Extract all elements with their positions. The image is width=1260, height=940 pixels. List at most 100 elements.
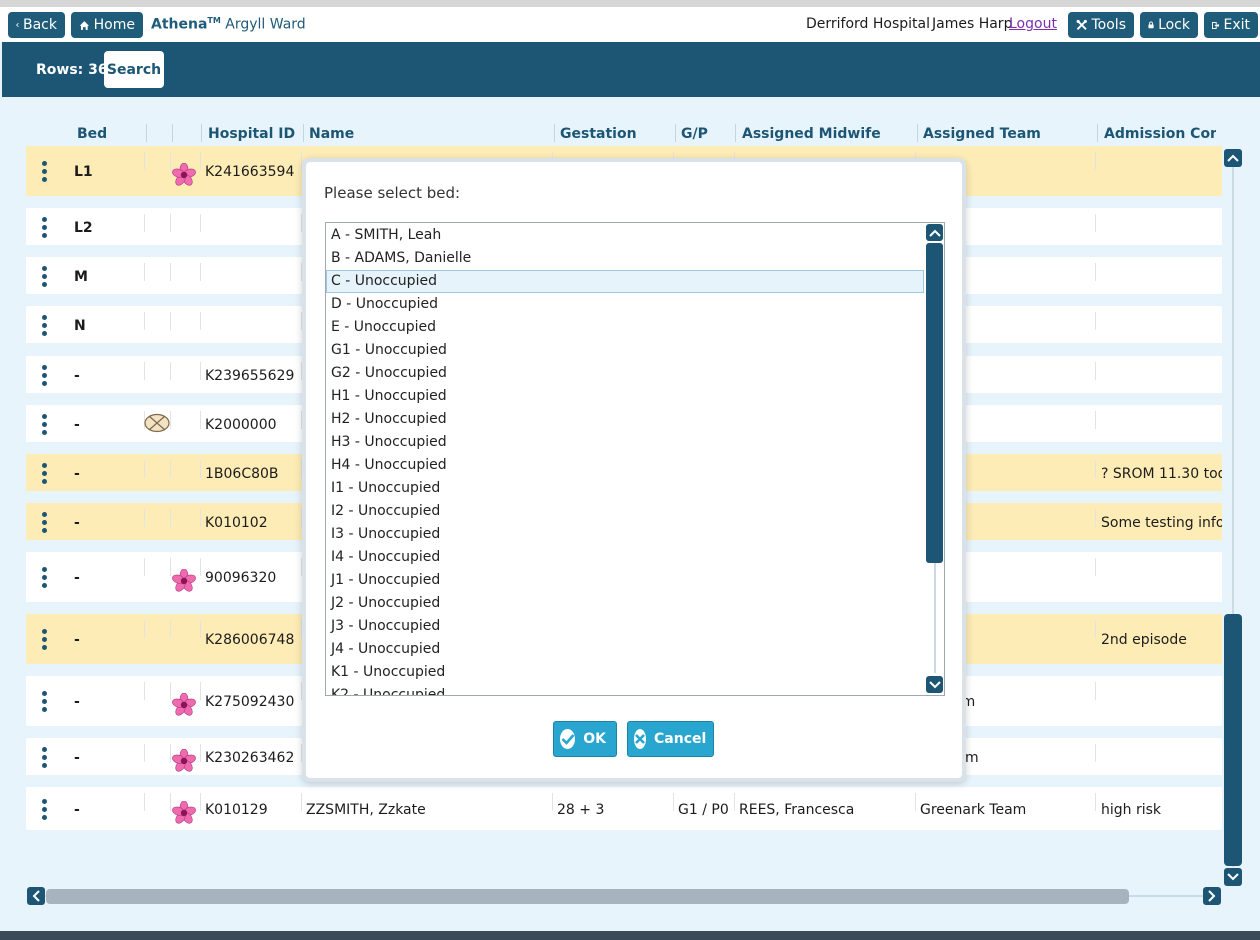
row-menu-icon[interactable] bbox=[40, 217, 48, 241]
search-button[interactable]: Search bbox=[104, 51, 164, 88]
bed-option[interactable]: H4 - Unoccupied bbox=[326, 454, 924, 477]
column-header-admission-comments[interactable]: Admission Comm bbox=[1104, 126, 1216, 142]
cell-divider bbox=[170, 744, 171, 762]
bed-option[interactable]: C - Unoccupied bbox=[326, 270, 924, 293]
logout-link[interactable]: Logout bbox=[1009, 16, 1057, 32]
lock-button[interactable]: Lock bbox=[1140, 12, 1198, 38]
bed-option[interactable]: G2 - Unoccupied bbox=[326, 362, 924, 385]
column-header-gestation[interactable]: Gestation bbox=[560, 126, 637, 142]
cell-divider bbox=[915, 793, 916, 811]
cell-admission-comment: high risk bbox=[1101, 802, 1162, 818]
scroll-down-button[interactable] bbox=[926, 676, 943, 693]
bed-option[interactable]: K1 - Unoccupied bbox=[326, 661, 924, 684]
bed-option[interactable]: I3 - Unoccupied bbox=[326, 523, 924, 546]
table-vertical-scrollbar[interactable] bbox=[1224, 149, 1242, 886]
cell-divider bbox=[200, 558, 201, 576]
bed-option[interactable]: B - ADAMS, Danielle bbox=[326, 247, 924, 270]
exit-icon bbox=[1212, 21, 1220, 29]
scroll-up-button[interactable] bbox=[926, 224, 943, 241]
back-label: Back bbox=[23, 17, 57, 33]
user-name: James Harp bbox=[932, 16, 1013, 32]
row-menu-icon[interactable] bbox=[40, 799, 48, 823]
row-menu-icon[interactable] bbox=[40, 747, 48, 771]
bed-option[interactable]: H2 - Unoccupied bbox=[326, 408, 924, 431]
cell-hospital-id: K010129 bbox=[205, 802, 268, 818]
row-menu-icon[interactable] bbox=[40, 629, 48, 653]
cell-hospital-id: K275092430 bbox=[205, 694, 295, 710]
bed-option[interactable]: I2 - Unoccupied bbox=[326, 500, 924, 523]
cell-divider bbox=[1095, 460, 1096, 478]
cancel-label: Cancel bbox=[654, 731, 707, 747]
bed-option[interactable]: K2 - Unoccupied bbox=[326, 684, 924, 695]
scroll-thumb[interactable] bbox=[926, 243, 943, 563]
cell-bed: - bbox=[74, 750, 80, 766]
row-menu-icon[interactable] bbox=[40, 567, 48, 591]
bed-option[interactable]: E - Unoccupied bbox=[326, 316, 924, 339]
row-menu-icon[interactable] bbox=[40, 365, 48, 389]
cell-divider bbox=[144, 793, 145, 811]
rows-count: Rows: 36 bbox=[36, 62, 108, 78]
cell-divider bbox=[200, 152, 201, 170]
bed-option[interactable]: G1 - Unoccupied bbox=[326, 339, 924, 362]
bed-option[interactable]: J1 - Unoccupied bbox=[326, 569, 924, 592]
cell-divider bbox=[144, 682, 145, 700]
tools-button[interactable]: Tools bbox=[1068, 12, 1134, 38]
bed-option[interactable]: H3 - Unoccupied bbox=[326, 431, 924, 454]
ok-button[interactable]: OK bbox=[553, 721, 617, 757]
bed-option[interactable]: A - SMITH, Leah bbox=[326, 224, 924, 247]
scroll-thumb[interactable] bbox=[1224, 614, 1242, 866]
cell-divider bbox=[170, 411, 171, 429]
cell-hospital-id: K286006748 bbox=[205, 632, 295, 648]
bed-option[interactable]: I1 - Unoccupied bbox=[326, 477, 924, 500]
bed-option[interactable]: H1 - Unoccupied bbox=[326, 385, 924, 408]
exit-button[interactable]: Exit bbox=[1204, 12, 1258, 38]
app-brand: AthenaTM Argyll Ward bbox=[151, 16, 306, 33]
cell-gp: G1 / P0 bbox=[678, 802, 729, 818]
back-button[interactable]: Back bbox=[8, 12, 65, 38]
bed-option[interactable]: D - Unoccupied bbox=[326, 293, 924, 316]
cell-divider bbox=[144, 214, 145, 232]
cell-divider bbox=[144, 263, 145, 281]
row-menu-icon[interactable] bbox=[40, 691, 48, 715]
cell-divider bbox=[734, 793, 735, 811]
row-menu-icon[interactable] bbox=[40, 315, 48, 339]
row-menu-icon[interactable] bbox=[40, 266, 48, 290]
row-menu-icon[interactable] bbox=[40, 512, 48, 536]
row-menu-icon[interactable] bbox=[40, 414, 48, 438]
column-header-gp[interactable]: G/P bbox=[681, 126, 708, 142]
bed-option[interactable]: J3 - Unoccupied bbox=[326, 615, 924, 638]
cell-divider bbox=[200, 312, 201, 330]
column-header-bed[interactable]: Bed bbox=[77, 126, 107, 142]
column-header-assigned-midwife[interactable]: Assigned Midwife bbox=[742, 126, 881, 142]
bed-option[interactable]: J4 - Unoccupied bbox=[326, 638, 924, 661]
scroll-up-button[interactable] bbox=[1224, 149, 1242, 167]
row-menu-icon[interactable] bbox=[40, 161, 48, 185]
list-toolbar: Rows: 36 Search bbox=[2, 42, 1260, 97]
bed-option[interactable]: I4 - Unoccupied bbox=[326, 546, 924, 569]
scroll-down-button[interactable] bbox=[1224, 868, 1242, 886]
cell-divider bbox=[144, 558, 145, 576]
cell-bed: - bbox=[74, 694, 80, 710]
scroll-thumb[interactable] bbox=[46, 889, 1129, 904]
scroll-left-button[interactable] bbox=[27, 887, 45, 905]
tools-icon bbox=[1076, 19, 1087, 30]
home-button[interactable]: Home bbox=[71, 12, 143, 38]
cell-divider bbox=[1095, 214, 1096, 232]
column-header-assigned-team[interactable]: Assigned Team bbox=[923, 126, 1041, 142]
column-header-name[interactable]: Name bbox=[309, 126, 354, 142]
row-menu-icon[interactable] bbox=[40, 463, 48, 487]
bed-list[interactable]: A - SMITH, Leah B - ADAMS, Danielle C - Un… bbox=[325, 222, 945, 696]
cell-divider bbox=[144, 744, 145, 762]
bed-list-scrollbar[interactable] bbox=[925, 223, 944, 695]
table-row[interactable]: - K010129 ZZSMITH, Zzkate 28 + 3 G1 / P0 REES… bbox=[26, 787, 1222, 830]
cell-hospital-id: K2000000 bbox=[205, 417, 277, 433]
column-divider bbox=[303, 124, 304, 142]
column-header-hospital-id[interactable]: Hospital ID bbox=[208, 126, 295, 142]
cell-bed: L2 bbox=[74, 220, 93, 236]
cell-hospital-id: K010102 bbox=[205, 515, 268, 531]
bed-option[interactable]: J2 - Unoccupied bbox=[326, 592, 924, 615]
table-horizontal-scrollbar[interactable] bbox=[27, 887, 1221, 905]
scroll-right-button[interactable] bbox=[1203, 887, 1221, 905]
column-divider bbox=[201, 124, 202, 142]
cancel-button[interactable]: Cancel bbox=[627, 721, 714, 757]
